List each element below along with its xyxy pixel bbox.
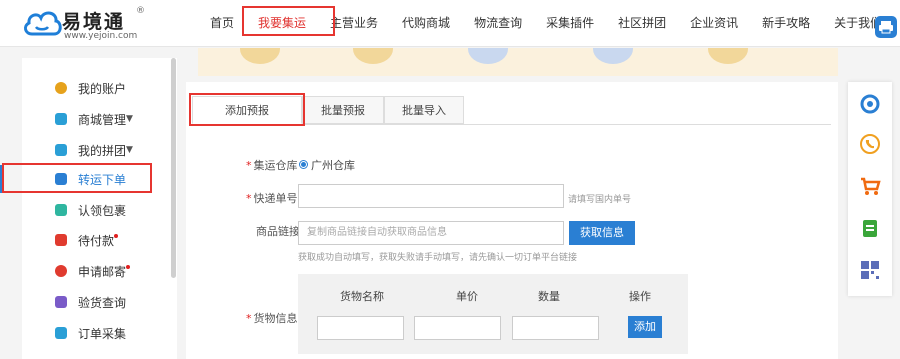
clipboard-icon[interactable] bbox=[858, 216, 882, 240]
brand-name: 易境通 bbox=[62, 11, 126, 33]
nav-plugin[interactable]: 采集插件 bbox=[534, 0, 606, 47]
highlight-box-sidebar bbox=[2, 163, 152, 193]
banner-coin-icon bbox=[593, 48, 633, 64]
tab-batch-import[interactable]: 批量导入 bbox=[384, 96, 464, 124]
sidebar-item-label: 订单采集 bbox=[78, 326, 127, 341]
sidebar-item-label: 商城管理 bbox=[78, 112, 127, 127]
highlight-box-nav bbox=[242, 6, 335, 36]
nav-guide[interactable]: 新手攻略 bbox=[750, 0, 822, 47]
payment-icon bbox=[55, 234, 67, 246]
warehouse-option-label: 广州仓库 bbox=[311, 159, 355, 172]
sidebar-item-account[interactable]: 我的账户 bbox=[22, 76, 172, 100]
sidebar-item-label: 验货查询 bbox=[78, 295, 127, 310]
nav-news[interactable]: 企业资讯 bbox=[678, 0, 750, 47]
shop-icon bbox=[55, 113, 67, 125]
notification-badge bbox=[114, 234, 118, 238]
tracking-number-input[interactable] bbox=[298, 184, 564, 208]
main-panel: 添加预报 批量预报 批量导入 * 集运仓库 广州仓库 * 快递单号 请填写国内单号 … bbox=[186, 82, 838, 359]
sidebar-item-claim-package[interactable]: 认领包裹 bbox=[22, 198, 172, 222]
goods-link-input[interactable]: 复制商品链接自动获取商品信息 bbox=[298, 221, 564, 245]
warehouse-label: * 集运仓库 bbox=[246, 159, 298, 172]
banner-coin-icon bbox=[468, 48, 508, 64]
tracking-label: * 快递单号 bbox=[246, 192, 298, 205]
chevron-down-icon: ▼ bbox=[126, 145, 133, 155]
chevron-down-icon: ▼ bbox=[126, 114, 133, 124]
floating-toolbar bbox=[848, 82, 892, 296]
nav-tracking[interactable]: 物流查询 bbox=[462, 0, 534, 47]
user-icon bbox=[55, 82, 67, 94]
sidebar-item-apply-mail[interactable]: 申请邮寄 bbox=[22, 259, 172, 283]
decorative-banner bbox=[198, 48, 838, 76]
sidebar-item-shop[interactable]: 商城管理 ▼ bbox=[22, 107, 172, 131]
group-icon bbox=[55, 144, 67, 156]
sidebar-item-pending-payment[interactable]: 待付款 bbox=[22, 228, 172, 252]
sidebar: 我的账户 商城管理 ▼ 我的拼团 ▼ 转运下单 认领包裹 待付款 申请邮寄 验货… bbox=[22, 58, 177, 359]
tracking-hint: 请填写国内单号 bbox=[568, 195, 632, 205]
sidebar-item-group[interactable]: 我的拼团 ▼ bbox=[22, 138, 172, 162]
sidebar-item-label: 待付款 bbox=[78, 233, 115, 248]
banner-coin-icon bbox=[240, 48, 280, 64]
printer-icon[interactable] bbox=[875, 16, 897, 38]
banner-coin-icon bbox=[353, 48, 393, 64]
warehouse-radio[interactable] bbox=[299, 160, 308, 169]
sidebar-item-order-collect[interactable]: 订单采集 bbox=[22, 321, 172, 345]
quantity-input[interactable] bbox=[512, 316, 599, 340]
sidebar-item-inspection[interactable]: 验货查询 bbox=[22, 290, 172, 314]
table-header: 数量 bbox=[538, 290, 560, 303]
registered-mark: ® bbox=[136, 6, 145, 16]
sidebar-scrollbar[interactable] bbox=[171, 58, 176, 278]
goods-label: * 货物信息 bbox=[246, 312, 298, 325]
table-header: 单价 bbox=[456, 290, 478, 303]
sidebar-item-label: 申请邮寄 bbox=[78, 264, 127, 279]
cart-icon[interactable] bbox=[858, 174, 882, 198]
goods-name-input[interactable] bbox=[317, 316, 404, 340]
brand-url: www.yejoin.com bbox=[64, 31, 138, 41]
inspect-icon bbox=[55, 296, 67, 308]
fetch-info-button[interactable]: 获取信息 bbox=[569, 221, 635, 245]
top-header: 易境通 ® www.yejoin.com 首页 我要集运 主营业务 代购商城 物… bbox=[0, 0, 900, 47]
nav-home[interactable]: 首页 bbox=[198, 0, 246, 47]
table-header: 操作 bbox=[629, 290, 651, 303]
sidebar-item-label: 我的拼团 bbox=[78, 143, 127, 158]
qr-code-icon[interactable] bbox=[858, 258, 882, 282]
tab-batch-forecast[interactable]: 批量预报 bbox=[302, 96, 384, 124]
banner-coin-icon bbox=[708, 48, 748, 64]
nav-group-buy[interactable]: 社区拼团 bbox=[606, 0, 678, 47]
table-header: 货物名称 bbox=[340, 290, 384, 303]
sidebar-item-label: 认领包裹 bbox=[78, 203, 127, 218]
goods-table bbox=[298, 274, 688, 354]
collect-icon bbox=[55, 327, 67, 339]
brand-logo[interactable]: 易境通 ® www.yejoin.com bbox=[22, 6, 152, 42]
phone-icon[interactable] bbox=[858, 132, 882, 156]
unit-price-input[interactable] bbox=[414, 316, 501, 340]
notification-badge bbox=[126, 265, 130, 269]
sidebar-item-label: 我的账户 bbox=[78, 81, 127, 96]
cloud-logo-icon bbox=[23, 11, 62, 36]
link-hint: 获取成功自动填写，获取失败请手动填写，请先确认一切订单平台链接 bbox=[298, 253, 578, 263]
nav-purchase-mall[interactable]: 代购商城 bbox=[390, 0, 462, 47]
link-label: 商品链接 bbox=[256, 225, 300, 238]
mail-icon bbox=[55, 265, 67, 277]
customer-service-icon[interactable] bbox=[858, 92, 882, 116]
highlight-box-tab bbox=[189, 93, 305, 126]
add-goods-button[interactable]: 添加 bbox=[628, 316, 662, 338]
package-icon bbox=[55, 204, 67, 216]
